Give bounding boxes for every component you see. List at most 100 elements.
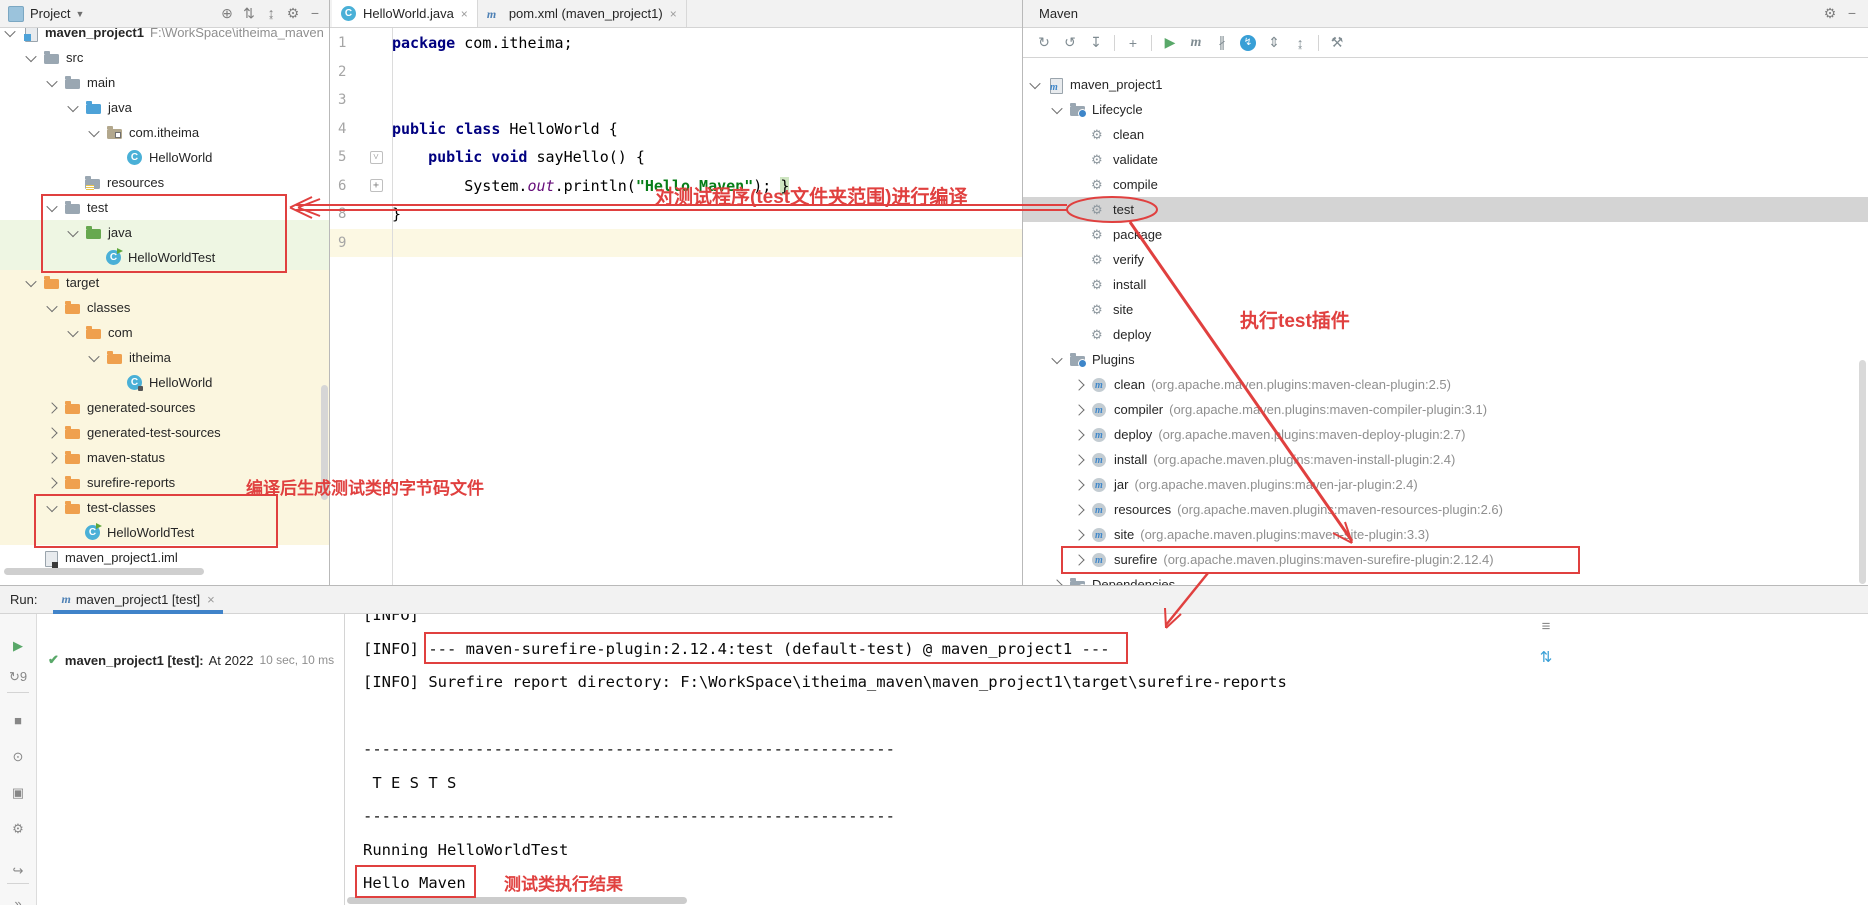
project-item-com[interactable]: com	[0, 320, 329, 345]
maven-item-verify[interactable]: ⚙verify	[1023, 247, 1868, 272]
rerun-failed-tests-button[interactable]: ↻9	[0, 669, 36, 685]
project-item-main[interactable]: main	[0, 70, 329, 95]
editor-tab-helloworld[interactable]: CHelloWorld.java×	[332, 0, 478, 27]
maven-item-site[interactable]: msite(org.apache.maven.plugins:maven-sit…	[1023, 522, 1868, 547]
maven-settings-icon[interactable]: ⚒	[1324, 32, 1350, 54]
soft-wrap-icon[interactable]: ≡	[1534, 618, 1558, 635]
skip-tests-icon[interactable]: ∦	[1209, 32, 1235, 54]
maven-item-deploy[interactable]: ⚙deploy	[1023, 322, 1868, 347]
filter-tests-button[interactable]: ⊙	[0, 749, 36, 765]
generate-sources-icon[interactable]: ↺	[1057, 32, 1083, 54]
chevron-down-icon[interactable]: ▼	[75, 9, 84, 19]
chevron-collapsed-icon[interactable]	[1073, 404, 1084, 415]
scroll-to-end-icon[interactable]: ⇅	[1534, 648, 1558, 666]
code-line-5[interactable]: 5˅ public void sayHello() {	[330, 143, 1022, 172]
more-options-button[interactable]: »	[0, 896, 36, 905]
run-maven-build-icon[interactable]: ▶	[1157, 32, 1183, 54]
chevron-collapsed-icon[interactable]	[1073, 479, 1084, 490]
console-horizontal-scrollbar[interactable]	[347, 897, 687, 904]
project-item-java[interactable]: java	[0, 220, 329, 245]
chevron-expanded-icon[interactable]	[46, 75, 57, 86]
maven-item-maven-project1[interactable]: mmaven_project1	[1023, 72, 1868, 97]
chevron-collapsed-icon[interactable]	[1073, 379, 1084, 390]
project-item-helloworld[interactable]: CHelloWorld	[0, 145, 329, 170]
project-item-helloworldtest[interactable]: CHelloWorldTest	[0, 245, 329, 270]
project-item-generated-test-sources[interactable]: generated-test-sources	[0, 420, 329, 445]
chevron-expanded-icon[interactable]	[46, 300, 57, 311]
code-line-2[interactable]: 2	[330, 58, 1022, 87]
test-runner-settings-button[interactable]: ⚙	[0, 821, 36, 837]
maven-item-jar[interactable]: mjar(org.apache.maven.plugins:maven-jar-…	[1023, 472, 1868, 497]
collapse-all-icon[interactable]: ↨	[1287, 32, 1313, 54]
project-item-helloworld[interactable]: CHelloWorld	[0, 370, 329, 395]
maven-item-validate[interactable]: ⚙validate	[1023, 147, 1868, 172]
chevron-collapsed-icon[interactable]	[1073, 529, 1084, 540]
project-vertical-scrollbar[interactable]	[321, 385, 328, 500]
project-item-generated-sources[interactable]: generated-sources	[0, 395, 329, 420]
project-item-itheima[interactable]: itheima	[0, 345, 329, 370]
project-item-surefire-reports[interactable]: surefire-reports	[0, 470, 329, 495]
maven-vertical-scrollbar[interactable]	[1859, 360, 1866, 584]
fold-expand-icon[interactable]: +	[370, 179, 383, 192]
project-panel-title[interactable]: Project	[30, 6, 70, 21]
collapse-all-icon[interactable]: ↨	[260, 5, 282, 22]
chevron-expanded-icon[interactable]	[46, 500, 57, 511]
code-line-4[interactable]: 4public class HelloWorld {	[330, 115, 1022, 144]
chevron-collapsed-icon[interactable]	[46, 452, 57, 463]
maven-item-resources[interactable]: mresources(org.apache.maven.plugins:mave…	[1023, 497, 1868, 522]
hide-panel-icon[interactable]: −	[304, 5, 326, 22]
fold-collapse-icon[interactable]: ˅	[370, 151, 383, 164]
project-item-com-itheima[interactable]: com.itheima	[0, 120, 329, 145]
download-sources-icon[interactable]: ↧	[1083, 32, 1109, 54]
maven-item-lifecycle[interactable]: Lifecycle	[1023, 97, 1868, 122]
code-line-1[interactable]: 1package com.itheima;	[330, 29, 1022, 58]
chevron-collapsed-icon[interactable]	[46, 477, 57, 488]
project-item-test[interactable]: test	[0, 195, 329, 220]
code-line-6[interactable]: 6+ System.out.println("Hello Maven"); }	[330, 172, 1022, 201]
stop-button[interactable]: ■	[0, 713, 36, 728]
project-item-maven-status[interactable]: maven-status	[0, 445, 329, 470]
expand-all-icon[interactable]: ⇅	[238, 5, 260, 22]
thread-dump-button[interactable]: ▣	[0, 785, 36, 801]
editor-tab-pom[interactable]: mpom.xml (maven_project1)×	[478, 0, 687, 27]
chevron-expanded-icon[interactable]	[1051, 352, 1062, 363]
project-item-target[interactable]: target	[0, 270, 329, 295]
run-result-row[interactable]: ✔ maven_project1 [test]: At 2022 10 sec,…	[48, 652, 334, 668]
close-icon[interactable]: ×	[207, 592, 215, 607]
chevron-collapsed-icon[interactable]	[46, 402, 57, 413]
settings-gear-icon[interactable]: ⚙	[1819, 5, 1841, 22]
maven-item-compiler[interactable]: mcompiler(org.apache.maven.plugins:maven…	[1023, 397, 1868, 422]
maven-item-deploy[interactable]: mdeploy(org.apache.maven.plugins:maven-d…	[1023, 422, 1868, 447]
chevron-expanded-icon[interactable]	[1029, 77, 1040, 88]
locate-icon[interactable]: ⊕	[216, 5, 238, 22]
code-line-9[interactable]: 9	[330, 229, 1022, 258]
rerun-button[interactable]: ▶	[0, 638, 36, 654]
chevron-collapsed-icon[interactable]	[1073, 454, 1084, 465]
add-maven-project-icon[interactable]: +	[1120, 32, 1146, 54]
execute-maven-goal-icon[interactable]: m	[1183, 32, 1209, 54]
hide-panel-icon[interactable]: −	[1841, 5, 1863, 22]
project-horizontal-scrollbar[interactable]	[4, 568, 204, 575]
import-test-results-button[interactable]: ↪	[0, 863, 36, 879]
chevron-collapsed-icon[interactable]	[1073, 504, 1084, 515]
maven-item-plugins[interactable]: Plugins	[1023, 347, 1868, 372]
chevron-expanded-icon[interactable]	[67, 100, 78, 111]
chevron-expanded-icon[interactable]	[67, 225, 78, 236]
maven-item-clean[interactable]: mclean(org.apache.maven.plugins:maven-cl…	[1023, 372, 1868, 397]
chevron-expanded-icon[interactable]	[46, 200, 57, 211]
chevron-expanded-icon[interactable]	[88, 125, 99, 136]
maven-item-install[interactable]: minstall(org.apache.maven.plugins:maven-…	[1023, 447, 1868, 472]
chevron-collapsed-icon[interactable]	[1073, 429, 1084, 440]
project-item-java[interactable]: java	[0, 95, 329, 120]
chevron-expanded-icon[interactable]	[25, 275, 36, 286]
editor-code-area[interactable]: 1package com.itheima;234public class Hel…	[330, 28, 1022, 585]
maven-item-package[interactable]: ⚙package	[1023, 222, 1868, 247]
chevron-expanded-icon[interactable]	[1051, 102, 1062, 113]
code-line-8[interactable]: 8}	[330, 200, 1022, 229]
chevron-expanded-icon[interactable]	[88, 350, 99, 361]
close-icon[interactable]: ×	[670, 7, 677, 21]
settings-gear-icon[interactable]: ⚙	[282, 5, 304, 22]
project-item-test-classes[interactable]: test-classes	[0, 495, 329, 520]
run-console[interactable]: [INFO][INFO] --- maven-surefire-plugin:2…	[345, 599, 1287, 901]
expand-all-icon[interactable]: ⇕	[1261, 32, 1287, 54]
